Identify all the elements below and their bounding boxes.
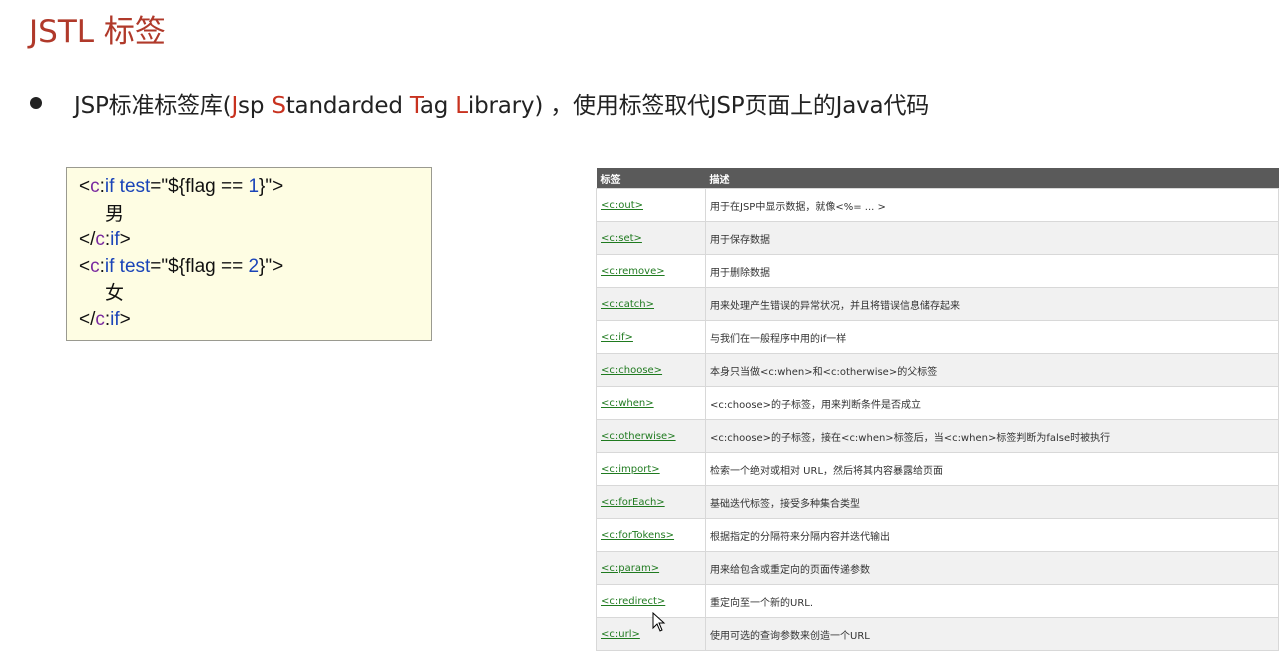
bullet-text-part: sp — [238, 93, 272, 119]
desc-cell: 本身只当做<c:when>和<c:otherwise>的父标签 — [705, 353, 1279, 387]
mouse-pointer-icon — [652, 612, 666, 632]
tag-cell: <c:url> — [596, 617, 706, 651]
table-row: <c:when> <c:choose>的子标签，用来判断条件是否成立 — [596, 386, 1279, 420]
tag-link-redirect[interactable]: <c:redirect> — [601, 596, 665, 607]
bullet-text: JSP标准标签库(Jsp Standarded Tag Library) ，使用… — [74, 86, 929, 120]
tag-link-out[interactable]: <c:out> — [601, 200, 643, 211]
tag-link-set[interactable]: <c:set> — [601, 233, 642, 244]
tag-cell: <c:redirect> — [596, 584, 706, 618]
table-row: <c:remove> 用于删除数据 — [596, 254, 1279, 288]
table-row: <c:out> 用于在JSP中显示数据，就像<%= ... > — [596, 188, 1279, 222]
bullet-text-part: ag — [419, 93, 456, 119]
bullet-dot-icon — [30, 97, 42, 109]
tag-cell: <c:import> — [596, 452, 706, 486]
code-line-female: 女 — [105, 282, 125, 304]
tag-link-choose[interactable]: <c:choose> — [601, 365, 662, 376]
tag-cell: <c:forEach> — [596, 485, 706, 519]
tag-link-if[interactable]: <c:if> — [601, 332, 633, 343]
tag-link-catch[interactable]: <c:catch> — [601, 299, 654, 310]
bullet-highlight-t: T — [409, 93, 420, 119]
table-row: <c:set> 用于保存数据 — [596, 221, 1279, 255]
table-header-row: 标签 描述 — [596, 168, 1279, 189]
bullet-text-part: JSP标准标签库( — [74, 93, 232, 119]
code-line-if-close-1: </c:if> — [79, 229, 131, 250]
table-row: <c:catch> 用来处理产生错误的异常状况，并且将错误信息储存起来 — [596, 287, 1279, 321]
tag-link-param[interactable]: <c:param> — [601, 563, 659, 574]
header-tag: 标签 — [596, 168, 706, 189]
desc-cell: 用于删除数据 — [705, 254, 1279, 288]
tag-cell: <c:param> — [596, 551, 706, 585]
table-row: <c:choose> 本身只当做<c:when>和<c:otherwise>的父… — [596, 353, 1279, 387]
tag-cell: <c:choose> — [596, 353, 706, 387]
table-row: <c:import> 检索一个绝对或相对 URL，然后将其内容暴露给页面 — [596, 452, 1279, 486]
tag-cell: <c:otherwise> — [596, 419, 706, 453]
tag-link-foreach[interactable]: <c:forEach> — [601, 497, 665, 508]
code-line-male: 男 — [105, 202, 125, 225]
bullet-text-part: ibrary) ，使用标签取代JSP页面上的Java代码 — [467, 93, 930, 119]
desc-cell: 与我们在一般程序中用的if一样 — [705, 320, 1279, 354]
table-row: <c:forTokens> 根据指定的分隔符来分隔内容并迭代输出 — [596, 518, 1279, 552]
desc-cell: 用于在JSP中显示数据，就像<%= ... > — [705, 188, 1279, 222]
desc-cell: 使用可选的查询参数来创造一个URL — [705, 617, 1279, 651]
desc-cell: 用于保存数据 — [705, 221, 1279, 255]
desc-cell: 用来给包含或重定向的页面传递参数 — [705, 551, 1279, 585]
desc-cell: <c:choose>的子标签，接在<c:when>标签后，当<c:when>标签… — [705, 419, 1279, 453]
bullet-highlight-s: S — [271, 93, 286, 119]
desc-cell: 检索一个绝对或相对 URL，然后将其内容暴露给页面 — [705, 452, 1279, 486]
tag-cell: <c:set> — [596, 221, 706, 255]
code-example-box: <c:if test="${flag == 1}"> 男 </c:if> <c:… — [66, 167, 432, 341]
table-row: <c:param> 用来给包含或重定向的页面传递参数 — [596, 551, 1279, 585]
table-row: <c:if> 与我们在一般程序中用的if一样 — [596, 320, 1279, 354]
bullet-text-part: tandarded — [285, 93, 410, 119]
desc-cell: <c:choose>的子标签，用来判断条件是否成立 — [705, 386, 1279, 420]
code-line-if-open-1: <c:if test="${flag == 1}"> — [79, 176, 284, 197]
slide-title: JSTL 标签 — [29, 14, 166, 50]
desc-cell: 根据指定的分隔符来分隔内容并迭代输出 — [705, 518, 1279, 552]
tag-link-when[interactable]: <c:when> — [601, 398, 654, 409]
code-line-if-open-2: <c:if test="${flag == 2}"> — [79, 255, 284, 277]
header-description: 描述 — [705, 168, 1279, 189]
tag-cell: <c:when> — [596, 386, 706, 420]
desc-cell: 重定向至一个新的URL. — [705, 584, 1279, 618]
table-row: <c:url> 使用可选的查询参数来创造一个URL — [596, 617, 1279, 651]
table-row: <c:otherwise> <c:choose>的子标签，接在<c:when>标… — [596, 419, 1279, 453]
tag-cell: <c:catch> — [596, 287, 706, 321]
desc-cell: 基础迭代标签，接受多种集合类型 — [705, 485, 1279, 519]
table-row: <c:forEach> 基础迭代标签，接受多种集合类型 — [596, 485, 1279, 519]
tag-link-import[interactable]: <c:import> — [601, 464, 660, 475]
tag-link-url[interactable]: <c:url> — [601, 629, 640, 640]
tag-link-remove[interactable]: <c:remove> — [601, 266, 665, 277]
code-line-if-close-2: </c:if> — [79, 308, 131, 330]
tag-link-fortokens[interactable]: <c:forTokens> — [601, 530, 674, 541]
tag-cell: <c:forTokens> — [596, 518, 706, 552]
bullet-highlight-l: L — [455, 93, 468, 119]
jstl-tags-table: 标签 描述 <c:out> 用于在JSP中显示数据，就像<%= ... > <c… — [596, 168, 1279, 651]
tag-cell: <c:remove> — [596, 254, 706, 288]
tag-cell: <c:out> — [596, 188, 706, 222]
desc-cell: 用来处理产生错误的异常状况，并且将错误信息储存起来 — [705, 287, 1279, 321]
table-row: <c:redirect> 重定向至一个新的URL. — [596, 584, 1279, 618]
tag-cell: <c:if> — [596, 320, 706, 354]
tag-link-otherwise[interactable]: <c:otherwise> — [601, 431, 676, 442]
bullet-item: JSP标准标签库(Jsp Standarded Tag Library) ，使用… — [30, 83, 929, 123]
